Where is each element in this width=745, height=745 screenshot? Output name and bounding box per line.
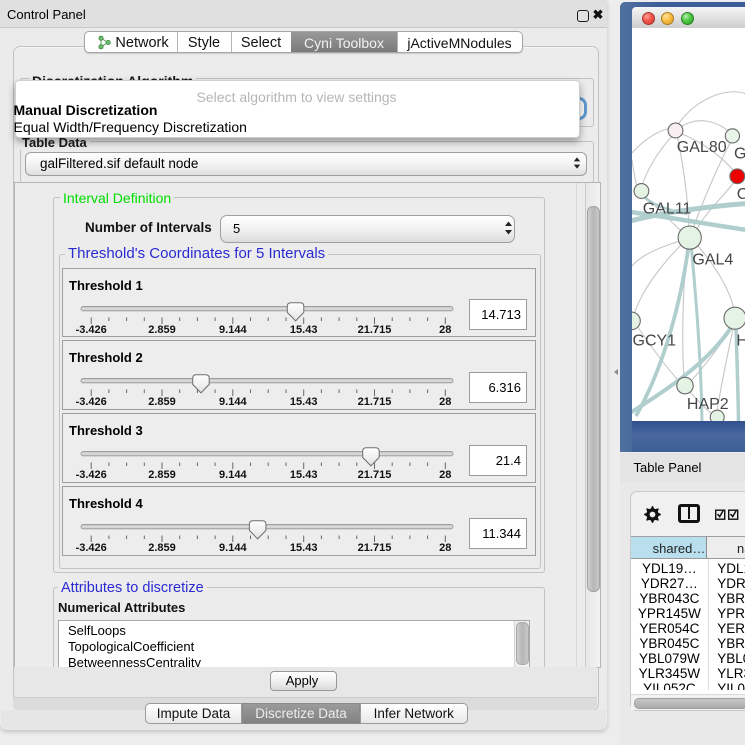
svg-text:28: 28: [439, 469, 451, 481]
svg-text:2.859: 2.859: [148, 542, 176, 554]
svg-text:GAL80: GAL80: [676, 139, 726, 156]
svg-text:2.859: 2.859: [148, 324, 176, 336]
svg-text:GCY1: GCY1: [632, 332, 676, 349]
svg-text:HAP2: HAP2: [686, 396, 728, 413]
svg-text:15.43: 15.43: [290, 396, 318, 408]
svg-text:-3.426: -3.426: [76, 324, 107, 336]
svg-text:21.715: 21.715: [358, 324, 392, 336]
svg-text:C: C: [736, 186, 745, 203]
svg-text:H: H: [736, 332, 745, 349]
svg-text:9.144: 9.144: [219, 469, 247, 481]
svg-text:15.43: 15.43: [290, 324, 318, 336]
svg-text:9.144: 9.144: [219, 324, 247, 336]
svg-text:GA: GA: [734, 145, 745, 162]
svg-text:-3.426: -3.426: [76, 542, 107, 554]
svg-text:15.43: 15.43: [290, 542, 318, 554]
svg-text:21.715: 21.715: [358, 542, 392, 554]
svg-text:21.715: 21.715: [358, 469, 392, 481]
svg-text:28: 28: [439, 396, 451, 408]
svg-text:21.715: 21.715: [358, 396, 392, 408]
svg-text:-3.426: -3.426: [76, 469, 107, 481]
svg-text:28: 28: [439, 324, 451, 336]
svg-text:GAL11: GAL11: [642, 200, 691, 217]
svg-text:15.43: 15.43: [290, 469, 318, 481]
svg-text:-3.426: -3.426: [76, 396, 107, 408]
svg-text:GAL4: GAL4: [692, 251, 733, 268]
svg-text:9.144: 9.144: [219, 542, 247, 554]
svg-text:28: 28: [439, 542, 451, 554]
svg-text:9.144: 9.144: [219, 396, 247, 408]
svg-text:2.859: 2.859: [148, 396, 176, 408]
svg-text:2.859: 2.859: [148, 469, 176, 481]
